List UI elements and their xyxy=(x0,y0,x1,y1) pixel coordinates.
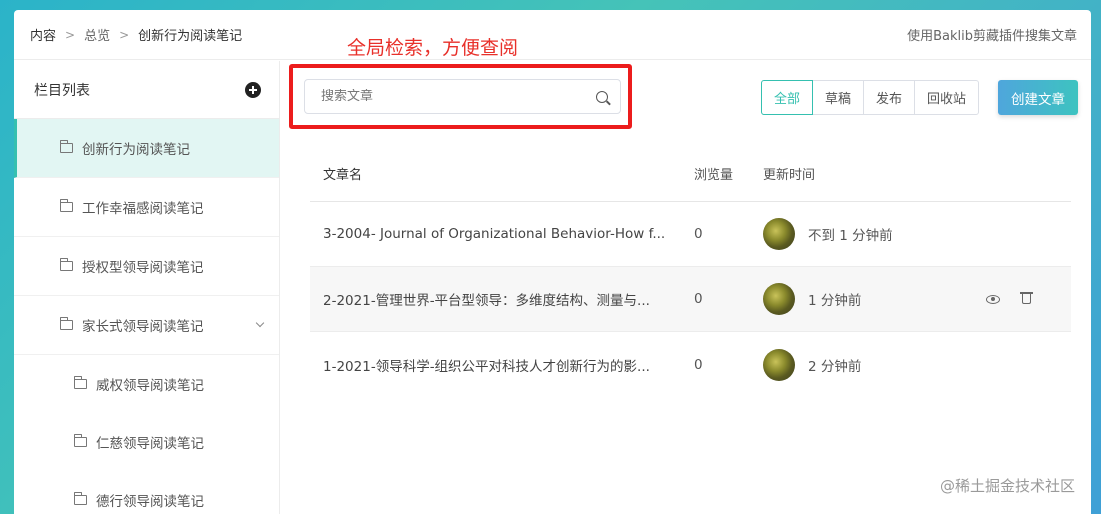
article-views: 0 xyxy=(694,356,703,373)
table-row[interactable]: 2-2021-管理世界-平台型领导：多维度结构、测量与... 0 1 分钟前 xyxy=(310,267,1071,332)
filter-draft[interactable]: 草稿 xyxy=(812,80,865,115)
sidebar-list: 创新行为阅读笔记 工作幸福感阅读笔记 授权型领导阅读笔记 家长式领导阅读笔记 威… xyxy=(14,119,279,514)
sidebar-item-innovation[interactable]: 创新行为阅读笔记 xyxy=(14,119,279,178)
sidebar-item-label: 德行领导阅读笔记 xyxy=(96,494,204,510)
table-header: 文章名 浏览量 更新时间 xyxy=(310,145,1071,202)
sidebar-item-paternalistic[interactable]: 家长式领导阅读笔记 xyxy=(14,296,279,355)
sidebar-header: 栏目列表 xyxy=(14,61,279,119)
search-input[interactable] xyxy=(321,89,571,104)
sidebar-item-label: 家长式领导阅读笔记 xyxy=(82,319,204,335)
avatar xyxy=(763,283,795,315)
breadcrumb: 内容 > 总览 > 创新行为阅读笔记 xyxy=(30,25,243,45)
status-filter: 全部 草稿 发布 回收站 xyxy=(761,80,980,115)
table-row[interactable]: 3-2004- Journal of Organizational Behavi… xyxy=(310,202,1071,267)
eye-icon[interactable] xyxy=(986,294,1000,304)
article-views: 0 xyxy=(694,291,703,307)
column-views-header: 浏览量 xyxy=(694,167,734,183)
folder-icon xyxy=(59,140,73,153)
sidebar: 栏目列表 创新行为阅读笔记 工作幸福感阅读笔记 授权型领导阅读笔记 家长式领导阅… xyxy=(14,61,280,514)
search-annotation: 全局检索，方便查阅 xyxy=(347,37,519,59)
sidebar-item-wellbeing[interactable]: 工作幸福感阅读笔记 xyxy=(14,178,279,237)
article-title[interactable]: 3-2004- Journal of Organizational Behavi… xyxy=(310,226,681,242)
top-header: 内容 > 总览 > 创新行为阅读笔记 使用Baklib剪藏插件搜集文章 xyxy=(14,10,1091,60)
watermark: @稀土掘金技术社区 xyxy=(939,477,1075,495)
sidebar-item-label: 创新行为阅读笔记 xyxy=(82,142,190,158)
article-updated: 2 分钟前 xyxy=(751,348,971,381)
search-icon[interactable] xyxy=(596,90,608,103)
add-column-icon[interactable] xyxy=(245,81,261,98)
sidebar-item-label: 仁慈领导阅读笔记 xyxy=(96,436,204,452)
trash-icon[interactable] xyxy=(1019,292,1033,304)
search-box[interactable] xyxy=(304,79,621,114)
sidebar-title: 栏目列表 xyxy=(34,82,90,99)
filter-all[interactable]: 全部 xyxy=(761,80,814,115)
folder-icon xyxy=(59,317,73,330)
sidebar-item-authoritarian[interactable]: 威权领导阅读笔记 xyxy=(14,355,279,413)
table-row[interactable]: 1-2021-领导科学-组织公平对科技人才创新行为的影... 0 2 分钟前 xyxy=(310,332,1071,397)
article-updated: 1 分钟前 xyxy=(751,283,971,315)
folder-icon xyxy=(73,434,87,447)
app-window: 内容 > 总览 > 创新行为阅读笔记 使用Baklib剪藏插件搜集文章 栏目列表… xyxy=(14,10,1091,514)
folder-icon xyxy=(73,492,87,505)
article-table: 文章名 浏览量 更新时间 3-2004- Journal of Organiza… xyxy=(310,145,1071,397)
breadcrumb-content[interactable]: 内容 xyxy=(30,25,56,44)
article-title[interactable]: 2-2021-管理世界-平台型领导：多维度结构、测量与... xyxy=(310,289,681,309)
article-views: 0 xyxy=(694,226,703,242)
folder-icon xyxy=(73,376,87,389)
updated-text: 不到 1 分钟前 xyxy=(808,228,893,244)
chevron-down-icon[interactable] xyxy=(255,318,265,328)
sidebar-item-label: 授权型领导阅读笔记 xyxy=(82,260,204,276)
create-article-button[interactable]: 创建文章 xyxy=(998,80,1078,115)
clipper-plugin-link[interactable]: 使用Baklib剪藏插件搜集文章 xyxy=(907,25,1077,44)
breadcrumb-separator: > xyxy=(65,27,76,42)
folder-icon xyxy=(59,258,73,271)
article-updated: 不到 1 分钟前 xyxy=(751,218,971,250)
sidebar-item-benevolent[interactable]: 仁慈领导阅读笔记 xyxy=(14,413,279,471)
avatar xyxy=(763,348,795,381)
filter-trash[interactable]: 回收站 xyxy=(914,80,980,115)
updated-text: 2 分钟前 xyxy=(808,358,862,375)
breadcrumb-separator: > xyxy=(119,27,130,42)
avatar xyxy=(763,218,795,250)
sidebar-item-moral[interactable]: 德行领导阅读笔记 xyxy=(14,471,279,514)
breadcrumb-current: 创新行为阅读笔记 xyxy=(138,29,243,44)
row-actions xyxy=(971,292,1071,304)
breadcrumb-overview[interactable]: 总览 xyxy=(84,25,110,44)
folder-icon xyxy=(59,199,73,212)
article-title[interactable]: 1-2021-领导科学-组织公平对科技人才创新行为的影... xyxy=(310,355,681,375)
column-name-header: 文章名 xyxy=(323,167,363,183)
filter-published[interactable]: 发布 xyxy=(863,80,916,115)
sidebar-item-label: 威权领导阅读笔记 xyxy=(96,378,204,394)
updated-text: 1 分钟前 xyxy=(808,293,862,309)
sidebar-item-empowering[interactable]: 授权型领导阅读笔记 xyxy=(14,237,279,296)
main-panel: 全局检索，方便查阅 全部 草稿 发布 回收站 创建文章 文章名 浏览量 更新时间… xyxy=(281,37,1091,514)
column-updated-header: 更新时间 xyxy=(763,167,816,183)
sidebar-item-label: 工作幸福感阅读笔记 xyxy=(82,201,204,217)
